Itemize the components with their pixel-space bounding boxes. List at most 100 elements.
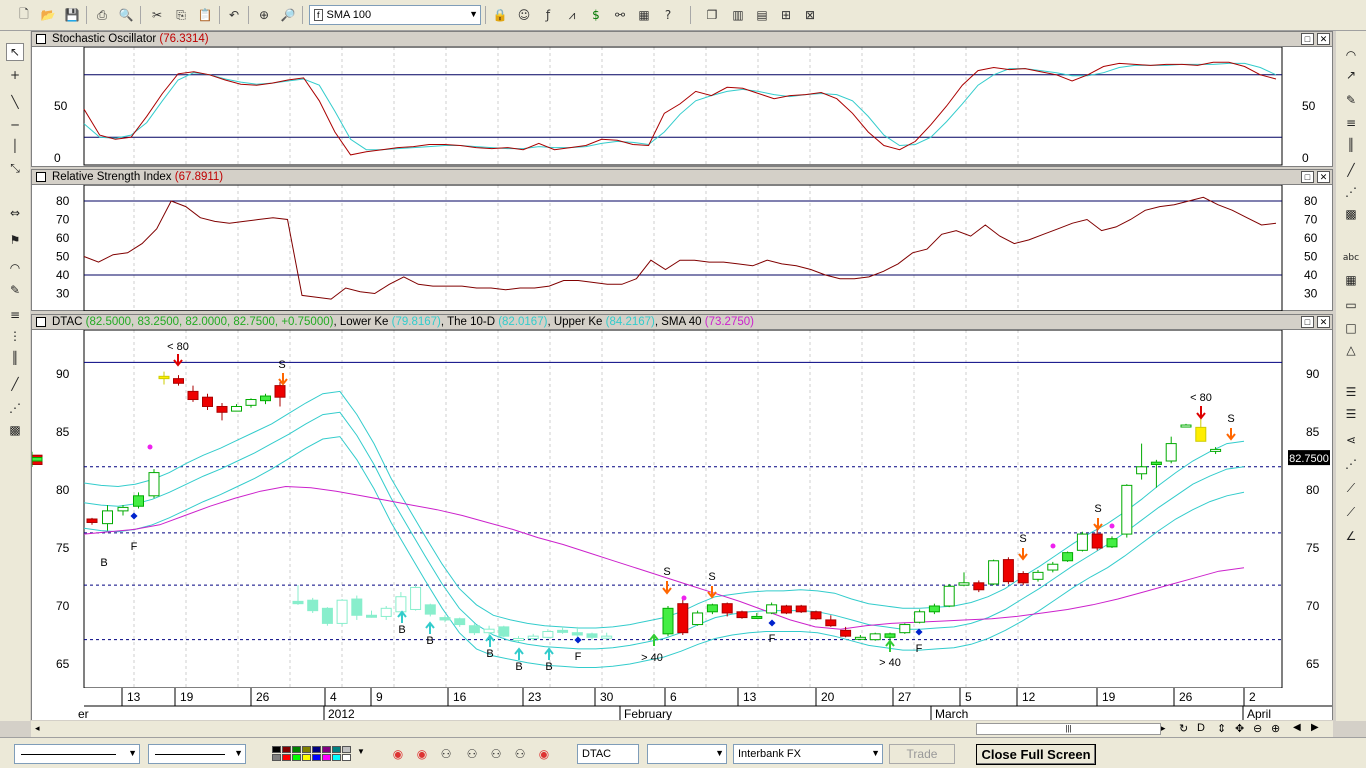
palette-swatch[interactable] [282, 746, 291, 753]
levels-icon[interactable]: ☰ [1342, 383, 1360, 401]
rsi-chart[interactable]: 80 80 70 70 60 60 50 50 40 40 30 30 [32, 185, 1332, 311]
symbol-input[interactable]: DTAC [577, 744, 639, 764]
rect-right-icon[interactable]: ▭ [1342, 296, 1360, 314]
scroll-thumb[interactable]: ||| [976, 723, 1161, 735]
function-icon[interactable]: ƒ [538, 5, 558, 25]
people-icon[interactable]: ⚇ [436, 744, 456, 764]
crosshair-tool-icon[interactable]: + [6, 66, 24, 84]
flag-icon[interactable]: ⚑ [6, 231, 24, 249]
palette-swatch[interactable] [342, 746, 351, 753]
print-preview-icon[interactable]: 🔍 [116, 5, 136, 25]
line-width-select[interactable]: ▼ [148, 744, 246, 764]
vertical-line-icon[interactable]: │ [6, 137, 24, 155]
zoom-out-icon[interactable]: ⊖ [1253, 722, 1262, 735]
lines-right-icon[interactable]: ≡ [1342, 114, 1360, 132]
palette-swatch[interactable] [342, 754, 351, 761]
color-palette[interactable] [272, 746, 356, 762]
bars-right-icon[interactable]: ║ [1342, 136, 1360, 154]
palette-swatch[interactable] [272, 754, 281, 761]
people2-icon[interactable]: ⚇ [462, 744, 482, 764]
next-icon[interactable]: ▶ [1311, 722, 1319, 733]
save-icon[interactable]: 💾 [62, 5, 82, 25]
refresh-icon[interactable]: ↻ [1179, 722, 1188, 735]
palette-swatch[interactable] [302, 746, 311, 753]
cut-icon[interactable]: ✂ [147, 5, 167, 25]
fibonacci-icon[interactable]: ⋮ [6, 327, 24, 345]
curve-icon[interactable]: ⟋ [1342, 479, 1360, 497]
triangle-icon[interactable]: △ [1342, 341, 1360, 359]
trend-line-icon[interactable]: ╲ [6, 93, 24, 111]
bars-icon[interactable]: ║ [6, 349, 24, 367]
palette-swatch[interactable] [312, 746, 321, 753]
trade-button[interactable]: Trade [889, 744, 955, 764]
close-icon[interactable]: ✕ [1317, 33, 1330, 45]
stochastic-panel[interactable]: Stochastic Oscillator (76.3314) □ ✕ 50 50 0… [31, 31, 1333, 167]
zoom-in-icon[interactable]: ⊕ [1271, 722, 1280, 735]
new-file-icon[interactable]: 🗋 [14, 5, 34, 25]
line-right-icon[interactable]: ╱ [1342, 161, 1360, 179]
stochastic-chart[interactable]: 50 50 0 0 [32, 47, 1332, 167]
palette-swatch[interactable] [272, 746, 281, 753]
pointer-icon[interactable]: ↖ [6, 43, 24, 61]
indicator-select[interactable]: f SMA 100 ▼ [309, 5, 481, 25]
chrome-icon[interactable]: ◉ [388, 744, 408, 764]
fan-icon[interactable]: ⋰ [6, 399, 24, 417]
curve2-icon[interactable]: ⟋ [1342, 503, 1360, 521]
palette-swatch[interactable] [332, 754, 341, 761]
tile-horizontal-icon[interactable]: ▤ [752, 5, 772, 25]
scroll-right-icon[interactable]: ▸ [1161, 723, 1166, 734]
palette-swatch[interactable] [292, 754, 301, 761]
table-right-icon[interactable]: ▦ [1342, 271, 1360, 289]
close-icon[interactable]: ✕ [1317, 171, 1330, 183]
paste-icon[interactable]: 📋 [195, 5, 215, 25]
line-style-select[interactable]: ▼ [14, 744, 140, 764]
scroll-lr-icon[interactable]: ⇔ [6, 204, 24, 222]
palette-swatch[interactable] [312, 754, 321, 761]
measure-icon[interactable]: ⤡ [6, 159, 24, 177]
pen-right-icon[interactable]: ✎ [1342, 91, 1360, 109]
tile-grid-icon[interactable]: ⊞ [776, 5, 796, 25]
price-panel[interactable]: DTAC (82.5000, 83.2500, 82.0000, 82.7500… [31, 314, 1333, 720]
palette-swatch[interactable] [282, 754, 291, 761]
palette-swatch[interactable] [322, 746, 331, 753]
square-icon[interactable]: □ [1342, 319, 1360, 337]
channel-icon[interactable]: ≡ [6, 306, 24, 324]
chart-up-icon[interactable]: ⩘ [562, 5, 582, 25]
palette-swatch[interactable] [332, 746, 341, 753]
rsi-panel[interactable]: Relative Strength Index (67.8911) □ ✕ 80 8… [31, 169, 1333, 311]
arc-icon[interactable]: ◠ [6, 259, 24, 277]
arrow-tool-icon[interactable]: ↗ [1342, 66, 1360, 84]
close-full-screen-button[interactable]: Close Full Screen [976, 744, 1096, 765]
table-icon[interactable]: ▦ [634, 5, 654, 25]
help-icon[interactable]: ? [658, 5, 678, 25]
crosshair-icon[interactable]: ⊕ [254, 5, 274, 25]
arc-right-icon[interactable]: ◠ [1342, 46, 1360, 64]
maximize-icon[interactable]: □ [1301, 316, 1314, 328]
tile-vertical-icon[interactable]: ▥ [728, 5, 748, 25]
undo-icon[interactable]: ↶ [224, 5, 244, 25]
chrome2-icon[interactable]: ◉ [412, 744, 432, 764]
zoom-icon[interactable]: 🔎 [278, 5, 298, 25]
close-icon[interactable]: ✕ [1317, 316, 1330, 328]
levels2-icon[interactable]: ☰ [1342, 405, 1360, 423]
lock-icon[interactable]: 🔒 [490, 5, 510, 25]
binoculars-icon[interactable]: ⚯ [610, 5, 630, 25]
move-icon[interactable]: ✥ [1235, 722, 1244, 735]
fan-right-icon[interactable]: ⋰ [1342, 183, 1360, 201]
cascade-windows-icon[interactable]: ❐ [702, 5, 722, 25]
people4-icon[interactable]: ⚇ [510, 744, 530, 764]
scroll-left-icon[interactable]: ◂ [35, 723, 40, 734]
text-tool-icon[interactable]: abc [1342, 249, 1360, 267]
grid-tool-icon[interactable]: ▩ [6, 421, 24, 439]
open-folder-icon[interactable]: 📂 [38, 5, 58, 25]
copy-icon[interactable]: ⎘ [171, 5, 191, 25]
horizontal-line-icon[interactable]: ─ [6, 116, 24, 134]
arrange-icon[interactable]: ⊠ [800, 5, 820, 25]
chrome3-icon[interactable]: ◉ [534, 744, 554, 764]
daily-icon[interactable]: D [1197, 722, 1205, 734]
palette-swatch[interactable] [322, 754, 331, 761]
prev-icon[interactable]: ◀ [1293, 722, 1301, 733]
palette-chevron-icon[interactable]: ▼ [357, 747, 365, 756]
cycle-icon[interactable]: ⋖ [1342, 431, 1360, 449]
angle-icon[interactable]: ∠ [1342, 527, 1360, 545]
